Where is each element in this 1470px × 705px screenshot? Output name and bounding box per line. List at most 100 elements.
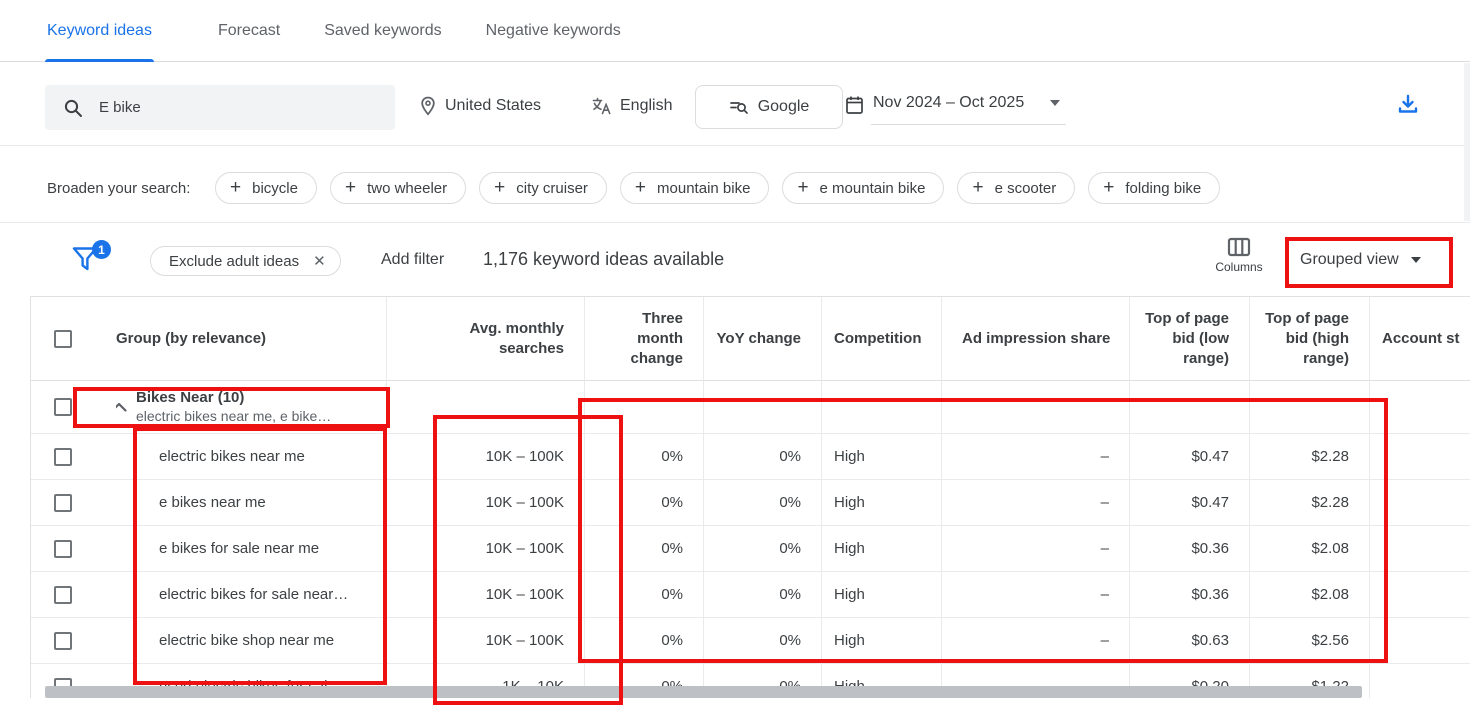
header-account-status[interactable]: Account st	[1369, 297, 1470, 381]
tab-saved-keywords[interactable]: Saved keywords	[322, 0, 443, 62]
yoy-cell: 0%	[703, 480, 821, 526]
searches-cell: 10K – 100K	[386, 572, 584, 618]
row-checkbox-cell	[31, 572, 116, 618]
close-icon[interactable]: ✕	[313, 252, 326, 270]
account-status-cell	[1369, 618, 1470, 664]
right-edge-strip	[1464, 63, 1470, 221]
chip-label: e mountain bike	[820, 180, 926, 197]
empty-cell	[1129, 381, 1249, 434]
account-status-cell	[1369, 480, 1470, 526]
date-range-selector[interactable]: Nov 2024 – Oct 2025	[845, 94, 1066, 125]
chip-mountain-bike[interactable]: +mountain bike	[620, 172, 770, 204]
columns-button[interactable]: Columns	[1209, 237, 1269, 274]
searches-cell: 10K – 100K	[386, 526, 584, 572]
tab-negative-keywords-label: Negative keywords	[486, 22, 621, 40]
account-status-cell	[1369, 664, 1470, 698]
plus-icon: +	[797, 178, 808, 197]
ad-impression-cell: –	[941, 434, 1129, 480]
header-yoy-change[interactable]: YoY change	[703, 297, 821, 381]
chip-label: folding bike	[1125, 180, 1201, 197]
exclude-adult-ideas-chip[interactable]: Exclude adult ideas ✕	[150, 246, 341, 276]
horizontal-scrollbar[interactable]	[45, 686, 1362, 698]
row-checkbox[interactable]	[54, 494, 72, 512]
header-group[interactable]: Group (by relevance)	[116, 297, 386, 381]
group-checkbox[interactable]	[54, 398, 72, 416]
bid-low-cell: $0.47	[1129, 434, 1249, 480]
three-month-cell: 0%	[584, 572, 703, 618]
row-checkbox-cell	[31, 434, 116, 480]
chip-city-cruiser[interactable]: +city cruiser	[479, 172, 607, 204]
header-label: Top of page bid (low range)	[1139, 309, 1229, 369]
row-checkbox-cell	[31, 480, 116, 526]
row-checkbox[interactable]	[54, 540, 72, 558]
table-row: e bikes for sale near me 10K – 100K 0% 0…	[31, 526, 1470, 572]
header-label: Ad impression share	[962, 329, 1110, 349]
chip-e-mountain-bike[interactable]: + e mountain bike	[782, 172, 944, 204]
group-row: Bikes Near (10) electric bikes near me, …	[31, 381, 1470, 434]
chip-two-wheeler[interactable]: +two wheeler	[330, 172, 466, 204]
header-avg-monthly-searches[interactable]: Avg. monthly searches	[386, 297, 584, 381]
search-icon	[63, 98, 83, 118]
row-checkbox-cell	[31, 526, 116, 572]
bid-high-cell: $2.28	[1249, 480, 1369, 526]
language-selector[interactable]: English	[592, 96, 672, 116]
search-value: E bike	[99, 99, 141, 116]
header-competition[interactable]: Competition	[821, 297, 941, 381]
ad-impression-cell: –	[941, 480, 1129, 526]
group-title: Bikes Near (10)	[136, 388, 331, 407]
empty-cell	[386, 381, 584, 434]
empty-cell	[584, 381, 703, 434]
keyword-cell: electric bikes near me	[116, 434, 386, 480]
row-checkbox[interactable]	[54, 586, 72, 604]
select-all-checkbox[interactable]	[54, 330, 72, 348]
date-range-value: Nov 2024 – Oct 2025	[873, 94, 1024, 112]
filter-count-badge: 1	[92, 240, 111, 259]
keyword-search-input[interactable]: E bike	[45, 85, 395, 130]
header-label: Group (by relevance)	[116, 329, 266, 349]
row-checkbox-cell	[31, 618, 116, 664]
header-three-month-change[interactable]: Three month change	[584, 297, 703, 381]
tab-forecast-label: Forecast	[218, 22, 280, 40]
language-value: English	[620, 97, 672, 115]
three-month-cell: 0%	[584, 480, 703, 526]
three-month-cell: 0%	[584, 526, 703, 572]
location-selector[interactable]: United States	[419, 96, 541, 116]
network-selector[interactable]: Google	[695, 85, 843, 129]
yoy-cell: 0%	[703, 526, 821, 572]
view-selector-value: Grouped view	[1300, 251, 1399, 269]
header-ad-impression-share[interactable]: Ad impression share	[941, 297, 1129, 381]
empty-cell	[941, 381, 1129, 434]
table-row: e bikes near me 10K – 100K 0% 0% High – …	[31, 480, 1470, 526]
yoy-cell: 0%	[703, 618, 821, 664]
group-checkbox-cell	[31, 381, 116, 434]
header-label: Avg. monthly searches	[464, 319, 564, 359]
divider	[0, 222, 1470, 223]
three-month-cell: 0%	[584, 434, 703, 480]
tab-forecast[interactable]: Forecast	[216, 0, 282, 62]
row-checkbox[interactable]	[54, 448, 72, 466]
bid-high-cell: $2.28	[1249, 434, 1369, 480]
chip-e-scooter[interactable]: + e scooter	[957, 172, 1075, 204]
add-filter-button[interactable]: Add filter	[381, 251, 444, 269]
translate-icon	[592, 96, 612, 116]
header-label: Competition	[834, 329, 922, 349]
chevron-down-icon	[1411, 257, 1421, 263]
tab-negative-keywords[interactable]: Negative keywords	[484, 0, 623, 62]
competition-cell: High	[821, 618, 941, 664]
chip-folding-bike[interactable]: +folding bike	[1088, 172, 1220, 204]
chip-bicycle[interactable]: +bicycle	[215, 172, 317, 204]
header-top-of-page-bid-high[interactable]: Top of page bid (high range)	[1249, 297, 1369, 381]
plus-icon: +	[972, 178, 983, 197]
keyword-cell: e bikes near me	[116, 480, 386, 526]
table-row: electric bikes for sale near… 10K – 100K…	[31, 572, 1470, 618]
row-checkbox[interactable]	[54, 632, 72, 650]
empty-cell	[703, 381, 821, 434]
tab-keyword-ideas[interactable]: Keyword ideas	[45, 0, 154, 62]
view-selector-dropdown[interactable]: Grouped view	[1300, 251, 1421, 269]
download-button[interactable]	[1396, 93, 1420, 117]
chip-label: e scooter	[995, 180, 1057, 197]
table-row: electric bikes near me 10K – 100K 0% 0% …	[31, 434, 1470, 480]
header-top-of-page-bid-low[interactable]: Top of page bid (low range)	[1129, 297, 1249, 381]
account-status-cell	[1369, 434, 1470, 480]
collapse-group-button[interactable]	[116, 402, 136, 412]
